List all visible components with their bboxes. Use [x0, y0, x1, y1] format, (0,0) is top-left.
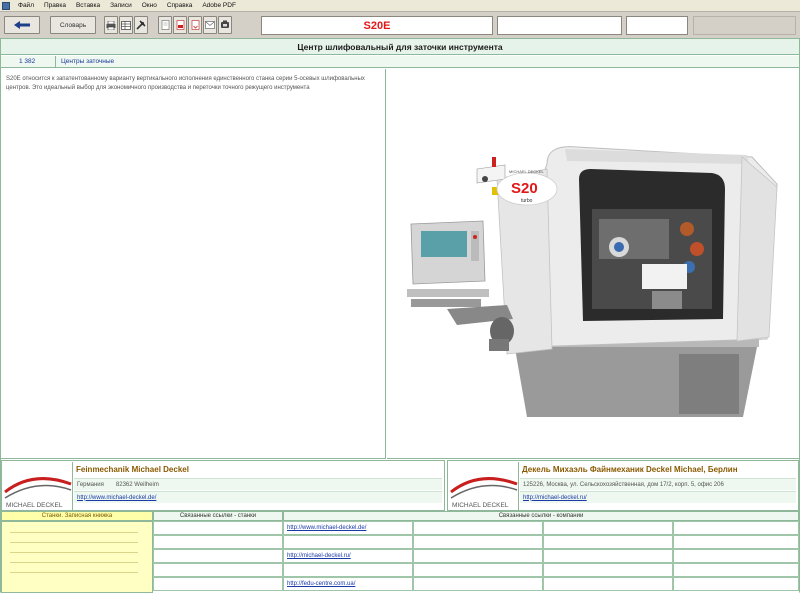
company-cell[interactable] — [543, 563, 673, 577]
company-cell[interactable] — [543, 521, 673, 535]
deckel-logo-icon: MICHAEL DECKEL — [4, 477, 72, 509]
menu-bar: Файл Правка Вставка Записи Окно Справка … — [0, 0, 800, 12]
pdf-button[interactable] — [173, 16, 187, 34]
record-title-field[interactable]: S20E — [261, 16, 493, 35]
toolbar-field-4 — [693, 16, 796, 35]
toolbar-field-2[interactable] — [497, 16, 622, 35]
related-machine-cell[interactable] — [153, 521, 283, 535]
company-cell[interactable] — [673, 549, 799, 563]
envelope-icon — [205, 21, 215, 29]
vendor-logo-right[interactable]: MICHAEL DECKEL — [449, 462, 519, 510]
notebook-area[interactable] — [1, 521, 153, 593]
record-panel: Центр шлифовальный для заточки инструмен… — [0, 38, 800, 593]
company-cell[interactable] — [543, 577, 673, 591]
related-links-panel: Станки. Записная книжка Связанные ссылки… — [1, 511, 799, 593]
company-cell[interactable] — [673, 563, 799, 577]
related-machines-header: Связанные ссылки - станки — [153, 511, 283, 521]
vendor-url-left[interactable]: http://www.michael-deckel.de/ — [77, 495, 156, 501]
notebook-line — [10, 532, 138, 533]
category-row: 1 382 Центры заточные — [1, 56, 799, 68]
back-button[interactable] — [4, 16, 40, 34]
menu-adobe-pdf[interactable]: Adobe PDF — [200, 2, 238, 9]
company-link-1[interactable]: http://www.michael-deckel.de/ — [283, 521, 413, 535]
vendor-name-left[interactable]: Feinmechanik Michael Deckel — [76, 465, 189, 474]
machine-badge-text: S20 — [511, 180, 538, 197]
product-photo: S20 turbo MICHAEL DECKEL — [387, 69, 799, 459]
toolbar-field-3[interactable] — [626, 16, 688, 35]
email-button[interactable] — [203, 16, 217, 34]
related-machine-cell[interactable] — [153, 549, 283, 563]
dictionary-button[interactable]: Словарь — [50, 16, 96, 34]
menu-help[interactable]: Справка — [165, 2, 195, 9]
phone-button[interactable] — [218, 16, 232, 34]
back-arrow-icon — [14, 21, 30, 29]
notebook-line — [10, 542, 138, 543]
vendor-url-row-right: http://michael-deckel.ru/ — [520, 491, 796, 503]
deckel-logo-icon: MICHAEL DECKEL — [450, 477, 518, 509]
company-link-3[interactable]: http://fedu-centre.com.ua/ — [283, 577, 413, 591]
vendor-logo-text-left: MICHAEL DECKEL — [6, 502, 63, 509]
vendor-address-right: 125226, Москва, ул. Сельскохозяйственная… — [523, 481, 724, 488]
notebook-header: Станки. Записная книжка — [1, 511, 153, 521]
company-link-2[interactable]: http://michael-deckel.ru/ — [283, 549, 413, 563]
description-text[interactable]: S20E относится к запатентованному вариан… — [1, 69, 386, 459]
pdf-export-icon — [191, 20, 199, 30]
related-machine-cell[interactable] — [153, 535, 283, 549]
grinding-machine-image: S20 turbo MICHAEL DECKEL — [407, 146, 778, 417]
company-cell[interactable] — [413, 563, 543, 577]
vendor-logo-text-right: MICHAEL DECKEL — [452, 502, 509, 509]
category-code[interactable]: 1 382 — [19, 58, 35, 65]
vendor-card-right: MICHAEL DECKEL Декель Михаэль Файнмехани… — [447, 460, 799, 511]
company-cell[interactable] — [413, 549, 543, 563]
menu-file[interactable]: Файл — [16, 2, 36, 9]
related-machine-cell[interactable] — [153, 577, 283, 591]
vendor-address-left: 82362 Weilheim — [115, 481, 159, 488]
menu-edit[interactable]: Правка — [42, 2, 68, 9]
print-button[interactable] — [104, 16, 118, 34]
printer-icon — [106, 20, 116, 30]
pdf-export-button[interactable] — [188, 16, 202, 34]
grid-view-button[interactable] — [119, 16, 133, 34]
vendor-logo-left[interactable]: MICHAEL DECKEL — [3, 462, 73, 510]
related-machine-cell[interactable] — [153, 563, 283, 577]
company-cell[interactable] — [413, 577, 543, 591]
page-title: Центр шлифовальный для заточки инструмен… — [1, 39, 799, 55]
vendor-name-right[interactable]: Декель Михаэль Файнмеханик Deckel Michae… — [522, 465, 738, 474]
toolbar: Словарь S20E — [0, 12, 800, 38]
menu-insert[interactable]: Вставка — [74, 2, 102, 9]
phone-icon — [221, 20, 229, 28]
pdf-icon — [176, 20, 184, 30]
tools-icon — [136, 20, 146, 30]
category-name[interactable]: Центры заточные — [61, 58, 114, 65]
vendor-address-row-right: 125226, Москва, ул. Сельскохозяйственная… — [520, 478, 796, 490]
notebook-line — [10, 562, 138, 563]
company-cell[interactable] — [413, 535, 543, 549]
company-cell[interactable] — [543, 535, 673, 549]
company-cell[interactable] — [413, 521, 543, 535]
category-divider — [55, 56, 56, 68]
document-button[interactable] — [158, 16, 172, 34]
menu-records[interactable]: Записи — [108, 2, 134, 9]
vendor-address-row-left: Германия 82362 Weilheim — [74, 478, 442, 490]
related-companies-header: Связанные ссылки - компании — [283, 511, 799, 521]
machine-subtitle-text: turbo — [521, 198, 533, 204]
document-icon — [161, 20, 169, 30]
app-icon — [2, 1, 10, 10]
company-link-empty[interactable] — [283, 535, 413, 549]
company-cell[interactable] — [673, 535, 799, 549]
company-link-empty[interactable] — [283, 563, 413, 577]
vendor-url-row-left: http://www.michael-deckel.de/ — [74, 491, 442, 503]
machine-brand-text: MICHAEL DECKEL — [509, 169, 545, 174]
company-cell[interactable] — [673, 577, 799, 591]
tools-button[interactable] — [134, 16, 148, 34]
vendor-country-left: Германия — [77, 481, 104, 488]
vendor-card-left: MICHAEL DECKEL Feinmechanik Michael Deck… — [1, 460, 445, 511]
menu-window[interactable]: Окно — [140, 2, 159, 9]
company-cell[interactable] — [673, 521, 799, 535]
company-cell[interactable] — [543, 549, 673, 563]
vendor-url-right[interactable]: http://michael-deckel.ru/ — [523, 495, 587, 501]
notebook-line — [10, 572, 138, 573]
notebook-line — [10, 552, 138, 553]
table-icon — [121, 20, 131, 30]
